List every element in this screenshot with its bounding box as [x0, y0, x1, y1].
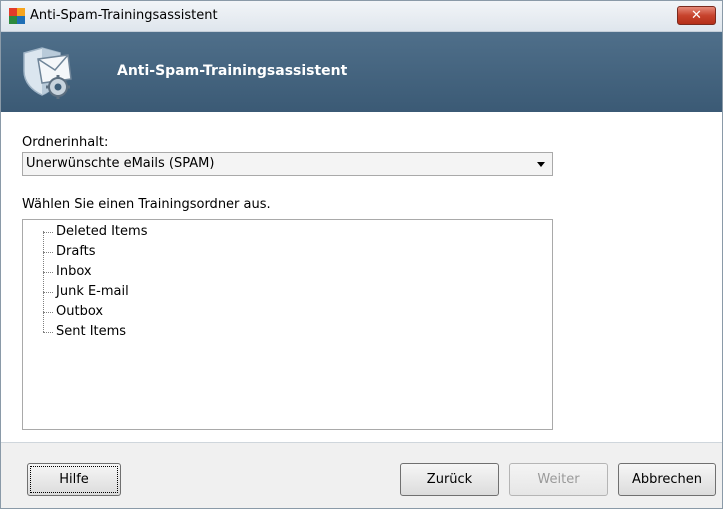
next-button[interactable]: Weiter	[509, 463, 608, 496]
tree-item-drafts[interactable]: Drafts	[43, 242, 96, 262]
tree-connector	[43, 312, 53, 313]
back-button[interactable]: Zurück	[400, 463, 499, 496]
tree-item-label: Inbox	[56, 264, 92, 279]
back-button-label: Zurück	[426, 472, 473, 487]
tree-item-label: Junk E-mail	[56, 284, 129, 299]
avg-logo-icon	[9, 8, 25, 24]
header-banner: Anti-Spam-Trainingsassistent	[1, 32, 722, 112]
tree-item-label: Deleted Items	[56, 224, 148, 239]
tree-item-label: Outbox	[56, 304, 104, 319]
tree-item-outbox[interactable]: Outbox	[43, 302, 103, 322]
title-bar[interactable]: Anti-Spam-Trainingsassistent ✕	[1, 1, 722, 32]
tree-item-junk-email[interactable]: Junk E-mail	[43, 282, 129, 302]
tree-connector	[43, 292, 53, 293]
tree-item-label: Drafts	[56, 244, 96, 259]
folder-content-label: Ordnerinhalt:	[22, 135, 109, 150]
tree-connector	[43, 232, 53, 233]
tree-connector	[43, 332, 53, 333]
folder-content-value: Unerwünschte eMails (SPAM)	[26, 156, 215, 171]
close-icon: ✕	[691, 8, 702, 23]
next-button-label: Weiter	[537, 472, 580, 487]
shield-mail-gear-icon	[18, 45, 74, 101]
tree-connector	[43, 252, 53, 253]
tree-item-sent-items[interactable]: Sent Items	[43, 322, 126, 342]
content-area: Ordnerinhalt: Unerwünschte eMails (SPAM)…	[1, 112, 722, 442]
banner-title: Anti-Spam-Trainingsassistent	[117, 63, 348, 79]
help-button[interactable]: Hilfe	[27, 463, 121, 496]
tree-item-deleted-items[interactable]: Deleted Items	[43, 222, 147, 242]
tree-connector	[43, 272, 53, 273]
dialog-window: Anti-Spam-Trainingsassistent ✕ Anti-Spam…	[0, 0, 723, 509]
cancel-button-label: Abbrechen	[631, 472, 703, 487]
close-button[interactable]: ✕	[677, 6, 716, 25]
chevron-down-icon[interactable]	[537, 162, 545, 167]
button-bar: Hilfe Zurück Weiter Abbrechen	[1, 443, 722, 508]
window-title: Anti-Spam-Trainingsassistent	[30, 8, 218, 23]
training-folder-tree[interactable]: Deleted Items Drafts Inbox Junk E-mail O…	[22, 219, 553, 430]
tree-item-label: Sent Items	[56, 324, 127, 339]
folder-content-dropdown[interactable]: Unerwünschte eMails (SPAM)	[22, 152, 553, 176]
choose-folder-label: Wählen Sie einen Trainingsordner aus.	[22, 197, 271, 212]
cancel-button[interactable]: Abbrechen	[618, 463, 716, 496]
tree-item-inbox[interactable]: Inbox	[43, 262, 92, 282]
help-button-label: Hilfe	[59, 472, 89, 487]
